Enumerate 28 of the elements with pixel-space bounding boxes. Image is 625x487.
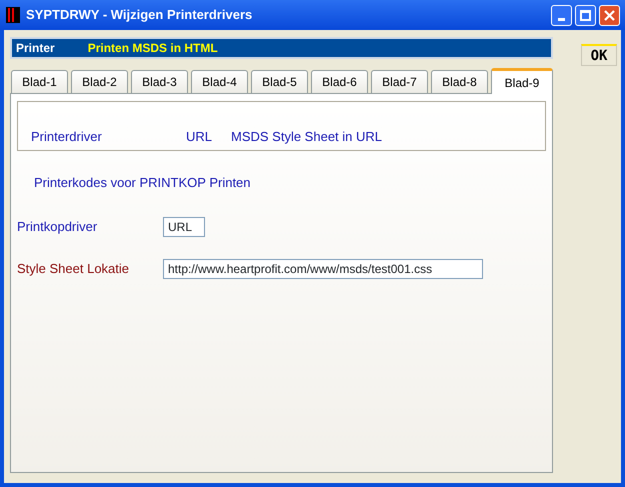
field-label: Printkopdriver (17, 218, 98, 236)
tab[interactable]: Blad-1 (11, 70, 68, 93)
app-icon (6, 7, 20, 23)
maximize-button[interactable] (575, 4, 596, 26)
minimize-icon (558, 18, 565, 20)
close-button[interactable] (599, 4, 620, 26)
window-title: SYPTDRWY - Wijzigen Printerdrivers (26, 6, 252, 24)
minimize-button[interactable] (551, 4, 572, 26)
maximize-icon (580, 10, 591, 20)
tab[interactable]: Blad-7 (371, 70, 428, 93)
tab[interactable]: Blad-8 (431, 70, 488, 93)
info-type: URL (186, 128, 214, 146)
input-field[interactable]: http://www.heartprofit.com/www/msds/test001.css (163, 258, 483, 278)
info-label: Printerdriver (31, 128, 103, 146)
field-label: Style Sheet Lokatie (17, 260, 130, 278)
header-label: Printer (16, 40, 55, 57)
tab[interactable]: Blad-4 (191, 70, 248, 93)
tab[interactable]: Blad-5 (251, 70, 308, 93)
info-description: MSDS Style Sheet in URL (231, 128, 382, 146)
tab[interactable]: Blad-2 (71, 70, 128, 93)
header-value: Printen MSDS in HTML (88, 40, 218, 57)
tab[interactable]: Blad-6 (311, 70, 368, 93)
section-title: Printerkodes voor PRINTKOP Printen (34, 174, 251, 192)
ok-button[interactable]: OK (581, 44, 617, 66)
input-field[interactable]: URL (163, 216, 205, 236)
tab[interactable]: Blad-9 (491, 68, 553, 94)
tab[interactable]: Blad-3 (131, 70, 188, 93)
close-icon (604, 10, 615, 20)
